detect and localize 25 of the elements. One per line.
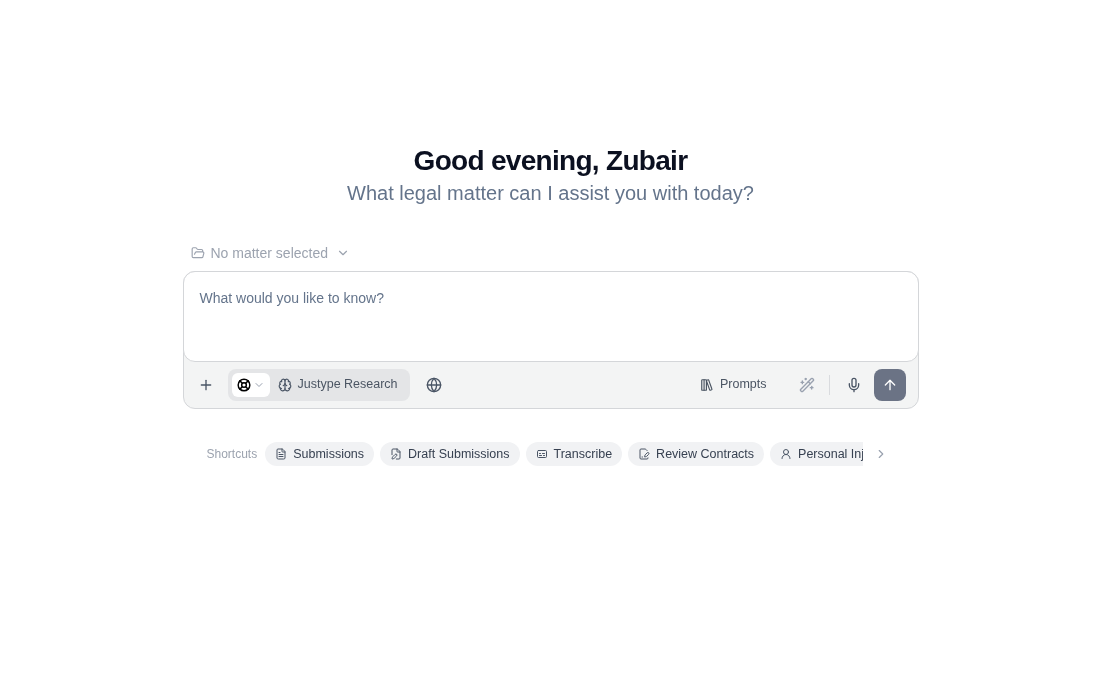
captions-icon [535,448,548,460]
shortcut-chip[interactable]: Draft Submissions [380,442,520,466]
library-icon [699,377,714,392]
brain-icon [277,377,292,392]
mode-dropdown[interactable] [231,372,270,397]
greeting-title: Good evening, Zubair [413,144,688,178]
folder-icon [190,246,205,260]
shortcut-chip[interactable]: Review Contracts [628,442,765,466]
send-button[interactable] [873,368,906,401]
model-selector[interactable]: Justype Research [227,368,410,401]
document-signature-icon [638,448,651,460]
model-label: Justype Research [297,376,398,394]
message-input[interactable]: What would you like to know? [182,271,919,362]
magic-wand-icon [798,376,815,393]
globe-icon [425,376,442,393]
greeting-subtitle: What legal matter can I assist you with today? [347,181,754,206]
shortcut-chip[interactable]: Submissions [265,442,375,466]
person-icon [780,448,793,460]
shortcuts-label: Shortcuts [206,446,258,463]
document-icon [275,448,288,460]
shortcut-chip[interactable]: Transcribe [525,442,623,466]
shortcut-chip[interactable]: Personal Inj [770,442,864,466]
prompts-button[interactable]: Prompts [693,370,773,399]
lifebuoy-icon [236,377,251,392]
document-pencil-icon [390,448,403,460]
